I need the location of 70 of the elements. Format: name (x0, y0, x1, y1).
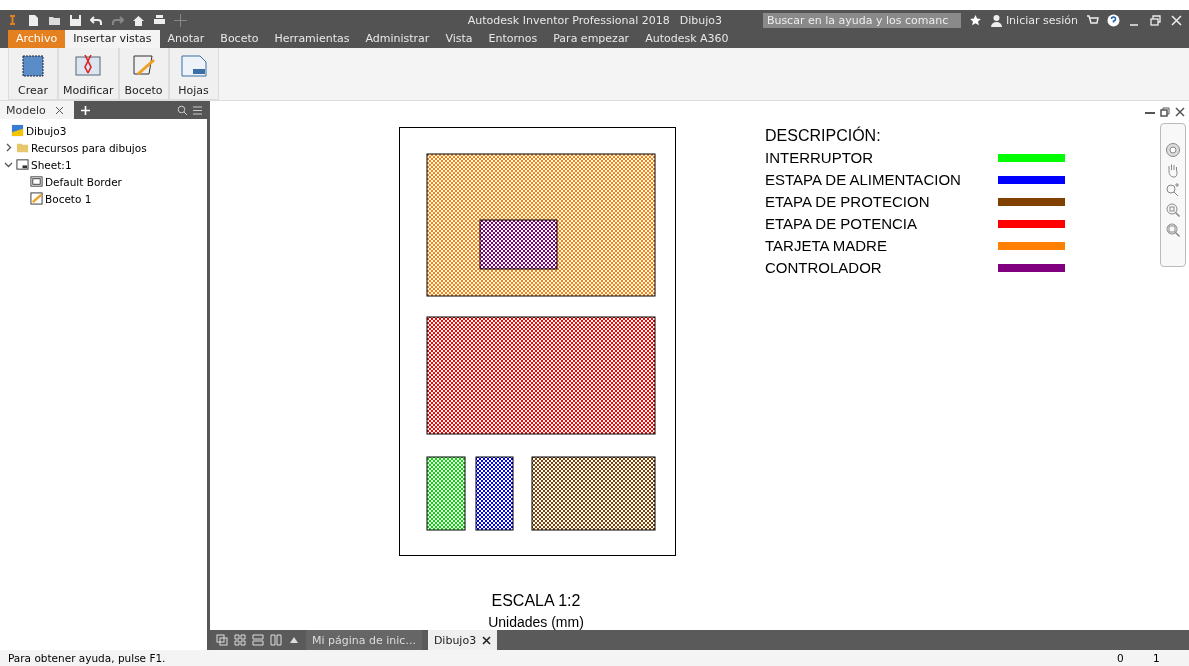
status-value: 0 (1117, 652, 1125, 664)
units-label: Unidades (mm) (488, 614, 584, 630)
cascade-icon[interactable] (216, 634, 228, 646)
undo-icon[interactable] (90, 13, 103, 27)
tree-item[interactable]: Boceto 1 (17, 190, 207, 207)
ribbon-tab[interactable]: Autodesk A360 (637, 30, 737, 48)
user-icon (989, 13, 1003, 27)
drawing-icon (11, 124, 24, 137)
zoom-icon[interactable] (1165, 182, 1181, 198)
sheet-icon (16, 158, 29, 171)
home-icon[interactable] (132, 13, 145, 27)
tile-vertical-icon[interactable] (270, 634, 282, 646)
status-message: Para obtener ayuda, pulse F1. (8, 652, 166, 664)
app-title: Autodesk Inventor Professional 2018 (467, 13, 670, 27)
close-icon[interactable] (53, 104, 65, 116)
restore-icon[interactable] (1149, 13, 1162, 27)
document-tab[interactable]: Dibujo3 (427, 630, 498, 650)
folder-icon (16, 141, 29, 154)
tree-label: Recursos para dibujos (31, 141, 147, 154)
save-icon[interactable] (69, 13, 82, 27)
tree-label: Default Border (45, 175, 122, 188)
search-icon[interactable] (177, 104, 188, 116)
tile-grid-icon[interactable] (234, 634, 246, 646)
menu-icon[interactable] (192, 104, 203, 116)
tree-label: Sheet:1 (31, 158, 72, 171)
legend-label: INTERRUPTOR (765, 149, 874, 166)
tree-item[interactable]: Dibujo3 (11, 122, 207, 139)
ribbon-tab[interactable]: Insertar vistas (65, 30, 160, 48)
legend-title: DESCRIPCIÓN: (765, 127, 881, 144)
help-search-field[interactable]: Buscar en la ayuda y los comanc (762, 12, 961, 28)
tree-item[interactable]: Sheet:1 (3, 156, 207, 173)
ribbon-tab[interactable]: Herramientas (266, 30, 358, 48)
legend-label: TARJETA MADRE (765, 237, 887, 254)
ribbon-tab[interactable]: Vista (437, 30, 481, 48)
border-icon (30, 175, 43, 188)
star-icon[interactable] (968, 13, 982, 27)
legend-label: ETAPA DE PROTECION (765, 193, 930, 210)
tree-label: Boceto 1 (45, 192, 92, 205)
legend-label: CONTROLADOR (765, 259, 882, 276)
scale-label: ESCALA 1:2 (491, 592, 581, 609)
tile-horizontal-icon[interactable] (252, 634, 264, 646)
tree-label: Dibujo3 (26, 124, 67, 137)
ribbon-tab[interactable]: Entornos (480, 30, 546, 48)
ribbon-button[interactable]: Modificar (58, 48, 119, 100)
tree-item[interactable]: Recursos para dibujos (3, 139, 207, 156)
ribbon-button[interactable]: Boceto (118, 48, 169, 100)
legend-label: ETAPA DE POTENCIA (765, 215, 917, 232)
hand-icon[interactable] (1165, 162, 1181, 178)
ribbon-button[interactable]: Crear (8, 48, 58, 100)
new-file-icon[interactable] (27, 13, 40, 27)
help-icon[interactable] (1107, 13, 1120, 27)
document-title: Dibujo3 (679, 13, 723, 27)
sign-in-button[interactable]: Iniciar sesión (989, 13, 1078, 27)
status-value: 1 (1153, 652, 1161, 664)
printer-icon[interactable] (153, 13, 166, 27)
zoom-extents-icon[interactable] (1165, 222, 1181, 238)
ribbon-tab[interactable]: Para empezar (545, 30, 638, 48)
cart-icon[interactable] (1086, 13, 1099, 27)
steering-wheel-icon[interactable] (1165, 142, 1181, 158)
ribbon-tab[interactable]: Anotar (159, 30, 213, 48)
tree-item[interactable]: Default Border (17, 173, 207, 190)
legend-label: ESTAPA DE ALIMENTACION (765, 171, 961, 188)
close-icon[interactable] (482, 635, 492, 645)
close-icon[interactable] (1175, 107, 1185, 117)
ribbon-button[interactable]: Hojas (168, 48, 219, 100)
document-tab[interactable]: Mi página de inic... (306, 630, 422, 650)
ribbon-tab[interactable]: Boceto (212, 30, 267, 48)
ribbon-tab[interactable]: Administrar (357, 30, 438, 48)
restore-icon[interactable] (1160, 107, 1170, 117)
sketch-icon (30, 192, 43, 205)
